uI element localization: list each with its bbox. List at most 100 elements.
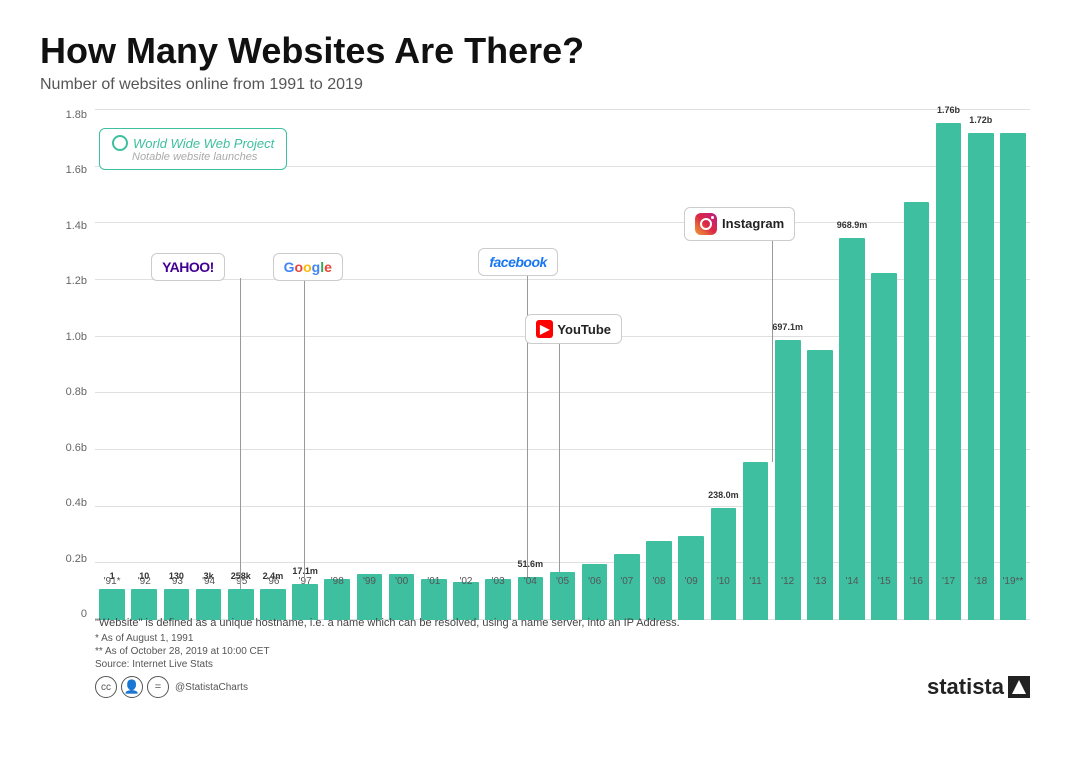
x-axis-label: '98	[322, 576, 352, 587]
bar-group: 968.9m	[837, 110, 867, 620]
x-axis-label: '14	[837, 576, 867, 587]
bar-group	[998, 110, 1028, 620]
y-axis-label: 1.0b	[66, 332, 87, 343]
footer-notes: * As of August 1, 1991 ** As of October …	[95, 633, 270, 670]
y-axis: 0 0.2b 0.4b 0.6b 0.8b 1.0b 1.2b 1.4b 1.6b 1.8b	[40, 110, 95, 620]
bar-group: 258k	[226, 110, 256, 620]
bar-group	[805, 110, 835, 620]
chart-inner: 1101303k258k2.4m17.1m 51.6m 238.0m 697.1m 96…	[95, 110, 1030, 620]
y-axis-label: 0.4b	[66, 498, 87, 509]
www-line2: Notable website launches	[112, 151, 274, 163]
www-line1: World Wide Web Project	[112, 135, 274, 151]
x-axis-label: '11	[740, 576, 770, 587]
bar	[871, 273, 897, 620]
x-axis-label: '12	[773, 576, 803, 587]
x-axis-label: '99	[354, 576, 384, 587]
bar-group	[322, 110, 352, 620]
x-axis-label: '07	[612, 576, 642, 587]
person-icon: 👤	[121, 676, 143, 698]
chart-title: How Many Websites Are There?	[40, 30, 1040, 72]
x-axis: '91*'92'93'94'95'96'97'98'99'00'01'02'03…	[95, 570, 1030, 620]
x-axis-label: '08	[644, 576, 674, 587]
bar-group	[869, 110, 899, 620]
footer-row: cc 👤 = @StatistaCharts statista	[40, 674, 1040, 700]
x-axis-label: '09	[676, 576, 706, 587]
x-axis-label: '95	[226, 576, 256, 587]
chart-area: 00.2b0.4b0.6b0.8b1.0b1.2b1.4b1.6b1.8b 11…	[40, 110, 1040, 670]
bar-group	[676, 110, 706, 620]
bar-group	[740, 110, 770, 620]
bar-value-label: 1.72b	[969, 115, 992, 125]
bar-group: 17.1m	[290, 110, 320, 620]
bar-group: 1.72b	[966, 110, 996, 620]
y-axis-label: 1.6b	[66, 165, 87, 176]
x-axis-label: '02	[451, 576, 481, 587]
y-axis-label: 1.8b	[66, 110, 87, 121]
globe-icon	[112, 135, 128, 151]
bar-group: 2.4m	[258, 110, 288, 620]
bar-group: 10	[129, 110, 159, 620]
footer-definition: "Website" is defined as a unique hostnam…	[95, 617, 1030, 629]
x-axis-label: '15	[869, 576, 899, 587]
bar-group: 51.6m	[515, 110, 545, 620]
x-axis-label: '96	[258, 576, 288, 587]
bar-group	[644, 110, 674, 620]
footer: "Website" is defined as a unique hostnam…	[95, 617, 1030, 670]
y-axis-label: 0.8b	[66, 387, 87, 398]
bar-group	[419, 110, 449, 620]
bar-group: 3k	[194, 110, 224, 620]
x-axis-label: '13	[805, 576, 835, 587]
bar-group	[901, 110, 931, 620]
bar-group: 1.76b	[933, 110, 963, 620]
statista-brand: statista	[927, 674, 1030, 700]
x-axis-label: '17	[933, 576, 963, 587]
x-axis-label: '06	[580, 576, 610, 587]
bar-group	[547, 110, 577, 620]
bars-container: 1101303k258k2.4m17.1m 51.6m 238.0m 697.1m 96…	[95, 110, 1030, 620]
bar-value-label: 238.0m	[708, 490, 739, 500]
x-axis-label: '16	[901, 576, 931, 587]
bar-group	[580, 110, 610, 620]
x-axis-label: '97	[290, 576, 320, 587]
chart-subtitle: Number of websites online from 1991 to 2…	[40, 76, 1040, 94]
bar-group: 697.1m	[773, 110, 803, 620]
bar-value-label: 1.76b	[937, 105, 960, 115]
bar-group	[354, 110, 384, 620]
bar: 968.9m	[839, 238, 865, 621]
x-axis-label: '03	[483, 576, 513, 587]
statista-icon	[1008, 676, 1030, 698]
bar-group	[483, 110, 513, 620]
y-axis-label: 1.2b	[66, 276, 87, 287]
bar	[1000, 133, 1026, 620]
bar-group	[451, 110, 481, 620]
x-axis-label: '93	[161, 576, 191, 587]
bar-group	[612, 110, 642, 620]
footer-handle: @StatistaCharts	[175, 682, 248, 693]
bar-value-label: 51.6m	[518, 559, 544, 569]
bar: 1.76b	[936, 123, 962, 620]
x-axis-label: '91*	[97, 576, 127, 587]
bar-group	[387, 110, 417, 620]
x-axis-label: '01	[419, 576, 449, 587]
x-axis-label: '18	[966, 576, 996, 587]
bar-value-label: 968.9m	[837, 220, 868, 230]
x-axis-label: '10	[708, 576, 738, 587]
x-axis-label: '94	[194, 576, 224, 587]
bar-group: 1	[97, 110, 127, 620]
equals-icon: =	[147, 676, 169, 698]
x-axis-label: '19**	[998, 576, 1028, 587]
x-axis-label: '04	[515, 576, 545, 587]
bar: 1.72b	[968, 133, 994, 620]
x-axis-label: '92	[129, 576, 159, 587]
cc-icon: cc	[95, 676, 117, 698]
bar	[904, 202, 930, 620]
y-axis-label: 0.6b	[66, 443, 87, 454]
y-axis-label: 0	[81, 609, 87, 620]
bar-value-label: 697.1m	[772, 322, 803, 332]
bar-group: 130	[161, 110, 191, 620]
x-axis-label: '00	[387, 576, 417, 587]
x-axis-label: '05	[547, 576, 577, 587]
y-axis-label: 0.2b	[66, 554, 87, 565]
bar-group: 238.0m	[708, 110, 738, 620]
y-axis-label: 1.4b	[66, 221, 87, 232]
